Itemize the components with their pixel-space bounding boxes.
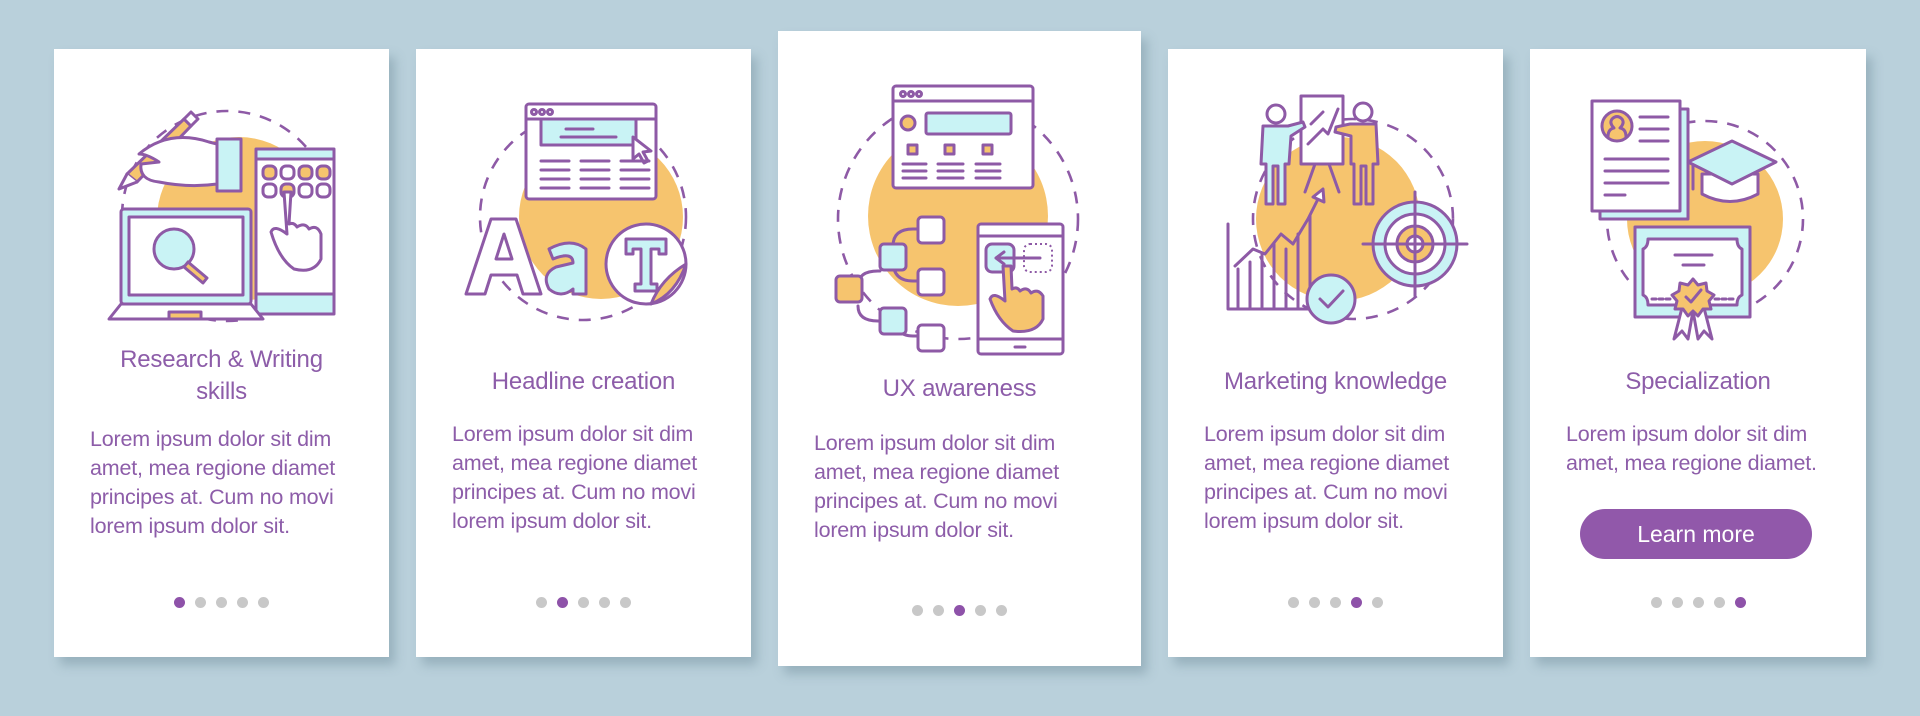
- screen-title: Headline creation: [416, 366, 751, 398]
- screen-description: Lorem ipsum dolor sit dim amet, mea regi…: [1566, 420, 1840, 478]
- marketing-knowledge-icon: [1226, 94, 1469, 325]
- specialization-illustration: [1530, 49, 1866, 349]
- screen-title: Research & Writing skills: [54, 344, 389, 408]
- page-dot-2[interactable]: [933, 605, 944, 616]
- description-line: amet, mea regione diamet: [90, 456, 335, 480]
- screen-title: Specialization: [1530, 366, 1866, 398]
- screen-title-line: Marketing knowledge: [1224, 368, 1447, 395]
- description-line: principes at. Cum no movi: [1204, 480, 1448, 504]
- page-dot-1[interactable]: [1650, 597, 1662, 608]
- page-dot-5-active[interactable]: [1734, 597, 1746, 608]
- screen-title-line: Headline creation: [491, 368, 676, 395]
- page-dot-1-active[interactable]: [174, 597, 185, 608]
- page-dot-3[interactable]: [1692, 597, 1704, 608]
- description-line: amet, mea regione diamet: [452, 451, 697, 475]
- description-line: Lorem ipsum dolor sit dim: [452, 422, 694, 446]
- description-line: principes at. Cum no movi: [814, 489, 1058, 513]
- page-dot-4[interactable]: [599, 597, 610, 608]
- page-dot-3-active[interactable]: [954, 605, 965, 616]
- screen-title: UX awareness: [778, 373, 1141, 405]
- learn-more-button[interactable]: Learn more: [1580, 509, 1812, 559]
- screen-title-line: UX awareness: [882, 375, 1037, 402]
- headline-creation-icon: [464, 102, 688, 322]
- ux-awareness-illustration: [778, 31, 1141, 356]
- description-line: lorem ipsum dolor sit.: [90, 514, 290, 538]
- page-indicator: [416, 597, 751, 608]
- specialization-icon: [1590, 99, 1805, 341]
- page-dot-3[interactable]: [578, 597, 589, 608]
- description-line: principes at. Cum no movi: [452, 480, 696, 504]
- onboarding-screen-marketing-knowledge: Marketing knowledge Lorem ipsum dolor si…: [1168, 49, 1503, 657]
- onboarding-screen-ux-awareness: UX awareness Lorem ipsum dolor sit dim a…: [778, 31, 1141, 666]
- page-indicator: [1530, 597, 1866, 608]
- research-writing-icon: [107, 109, 336, 323]
- description-line: principes at. Cum no movi: [90, 485, 334, 509]
- description-line: Lorem ipsum dolor sit dim: [1566, 422, 1808, 446]
- onboarding-screen-specialization: Specialization Lorem ipsum dolor sit dim…: [1530, 49, 1866, 657]
- screen-title-line: Specialization: [1625, 368, 1771, 395]
- page-dot-2[interactable]: [1671, 597, 1683, 608]
- page-dot-4-active[interactable]: [1351, 597, 1362, 608]
- page-dot-1[interactable]: [1288, 597, 1299, 608]
- page-dot-2-active[interactable]: [557, 597, 568, 608]
- description-line: lorem ipsum dolor sit.: [1204, 509, 1404, 533]
- screen-description: Lorem ipsum dolor sit dim amet, mea regi…: [814, 429, 1115, 545]
- screen-description: Lorem ipsum dolor sit dim amet, mea regi…: [1204, 420, 1477, 536]
- page-dot-1[interactable]: [536, 597, 547, 608]
- description-line: Lorem ipsum dolor sit dim: [90, 427, 332, 451]
- page-dot-4[interactable]: [975, 605, 986, 616]
- screen-title-line: skills: [196, 378, 247, 405]
- page-dot-5[interactable]: [620, 597, 631, 608]
- page-dot-5[interactable]: [1372, 597, 1383, 608]
- page-dot-5[interactable]: [996, 605, 1007, 616]
- page-dot-4[interactable]: [237, 597, 248, 608]
- screen-title-line: Research & Writing: [120, 346, 323, 373]
- marketing-knowledge-illustration: [1168, 49, 1503, 349]
- page-dot-3[interactable]: [1330, 597, 1341, 608]
- page-indicator: [778, 605, 1141, 616]
- page-dot-3[interactable]: [216, 597, 227, 608]
- page-dot-4[interactable]: [1713, 597, 1725, 608]
- description-line: Lorem ipsum dolor sit dim: [1204, 422, 1446, 446]
- page-dot-2[interactable]: [1309, 597, 1320, 608]
- screen-description: Lorem ipsum dolor sit dim amet, mea regi…: [90, 425, 363, 541]
- page-dot-1[interactable]: [912, 605, 923, 616]
- description-line: amet, mea regione diamet: [1204, 451, 1449, 475]
- screen-description: Lorem ipsum dolor sit dim amet, mea regi…: [452, 420, 725, 536]
- description-line: Lorem ipsum dolor sit dim: [814, 431, 1056, 455]
- page-dot-2[interactable]: [195, 597, 206, 608]
- onboarding-screen-research-writing: Research & Writing skills Lorem ipsum do…: [54, 49, 389, 657]
- onboarding-screen-headline-creation: Headline creation Lorem ipsum dolor sit …: [416, 49, 751, 657]
- page-indicator: [1168, 597, 1503, 608]
- screen-title: Marketing knowledge: [1168, 366, 1503, 398]
- page-indicator: [54, 597, 389, 608]
- headline-creation-illustration: [416, 49, 751, 349]
- description-line: amet, mea regione diamet.: [1566, 451, 1817, 475]
- description-line: lorem ipsum dolor sit.: [814, 518, 1014, 542]
- page-dot-5[interactable]: [258, 597, 269, 608]
- description-line: lorem ipsum dolor sit.: [452, 509, 652, 533]
- research-writing-illustration: [54, 49, 389, 349]
- ux-awareness-icon: [834, 84, 1080, 356]
- description-line: amet, mea regione diamet: [814, 460, 1059, 484]
